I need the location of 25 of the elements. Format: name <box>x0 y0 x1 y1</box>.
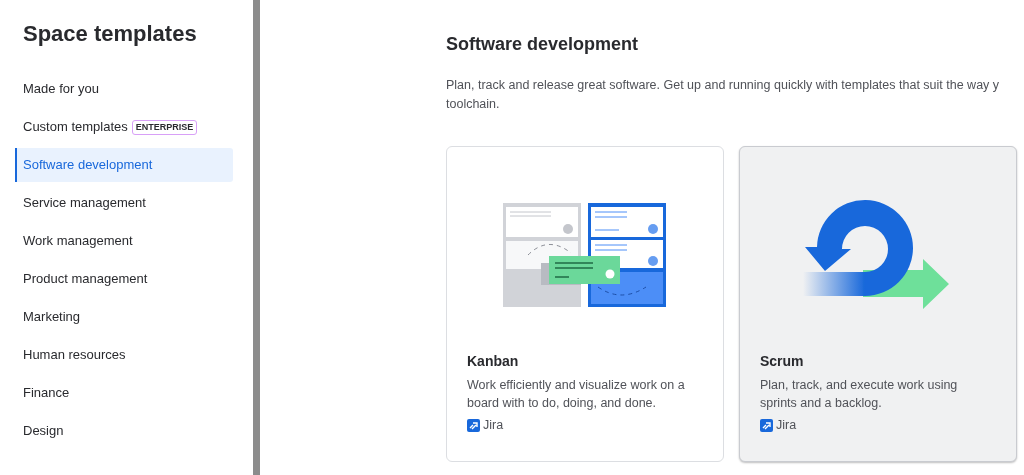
jira-logo-icon <box>467 418 480 432</box>
template-card[interactable]: Scrum Plan, track, and execute work using sprints and a backlog. Jira <box>739 146 1017 462</box>
sidebar-item[interactable]: Custom templates ENTERPRISE <box>15 110 233 144</box>
jira-logo-icon <box>760 418 773 432</box>
card-title: Kanban <box>467 352 520 370</box>
product-label: Jira <box>776 417 797 434</box>
sidebar-item[interactable]: Marketing <box>15 300 233 334</box>
sidebar-item[interactable]: Made for you <box>15 72 233 106</box>
sidebar-title: Space templates <box>22 20 198 48</box>
card-description: Plan, track, and execute work using sprints and a backlog. <box>760 377 959 412</box>
product-label: Jira <box>483 417 504 434</box>
card-title: Scrum <box>760 352 805 370</box>
section-heading: Software development <box>446 33 640 56</box>
sidebar-item[interactable]: Software development <box>15 148 233 182</box>
section-description: Plan, track and release great software. Get up and running quickly with templates that suit the way y toolchain. <box>446 77 1001 113</box>
sidebar-item[interactable]: Design <box>15 414 233 448</box>
enterprise-badge: ENTERPRISE <box>131 119 198 135</box>
sidebar-item[interactable]: Product management <box>15 262 233 296</box>
sidebar-item[interactable]: Human resources <box>15 338 233 372</box>
sidebar-item[interactable]: Work management <box>15 224 233 258</box>
template-card[interactable]: Kanban Work efficiently and visualize work on a board with to do, doing, and done. Jira <box>446 146 724 462</box>
card-description: Work efficiently and visualize work on a board with to do, doing, and done. <box>467 377 686 412</box>
sidebar-item-label: Custom templates <box>23 118 128 137</box>
sidebar-item[interactable]: Service management <box>15 186 233 220</box>
sidebar-item[interactable]: Finance <box>15 376 233 410</box>
